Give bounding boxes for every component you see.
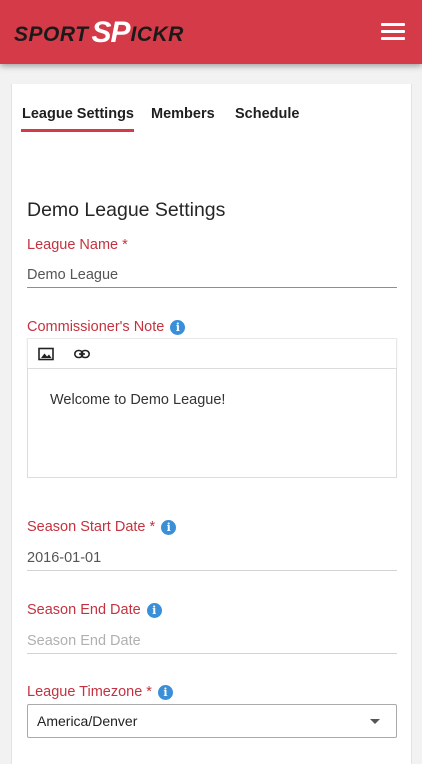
app-header: SPORT SP ICKR — [0, 0, 422, 64]
settings-card: League Settings Members Schedule Demo Le… — [11, 84, 412, 764]
menu-line — [381, 23, 405, 26]
timezone-selected-value: America/Denver — [37, 713, 138, 729]
league-name-label-text: League Name * — [27, 237, 128, 253]
season-start-label-text: Season Start Date * — [27, 519, 156, 535]
season-end-label: Season End Date i — [27, 602, 162, 618]
logo-part-sp: SP — [91, 16, 130, 49]
tab-schedule[interactable]: Schedule — [235, 106, 299, 122]
editor-toolbar — [27, 338, 397, 368]
league-name-label: League Name * — [27, 237, 128, 253]
league-name-input[interactable]: Demo League — [27, 262, 397, 288]
tab-members[interactable]: Members — [151, 106, 215, 122]
image-icon[interactable] — [38, 346, 54, 362]
sportspickr-logo[interactable]: SPORT SP ICKR — [14, 14, 184, 48]
chevron-down-icon — [370, 719, 380, 724]
timezone-select[interactable]: America/Denver — [27, 704, 397, 738]
active-tab-indicator — [21, 129, 134, 132]
season-start-label: Season Start Date * i — [27, 519, 177, 535]
menu-line — [381, 37, 405, 40]
info-icon[interactable]: i — [157, 684, 173, 700]
season-end-label-text: Season End Date — [27, 602, 141, 618]
season-end-input[interactable]: Season End Date — [27, 628, 397, 654]
page-title: Demo League Settings — [27, 199, 226, 221]
logo-part-ickr: ICKR — [130, 23, 184, 46]
commissioner-note-editor[interactable]: Welcome to Demo League! — [27, 368, 397, 478]
season-start-input[interactable]: 2016-01-01 — [27, 545, 397, 571]
league-timezone-label-text: League Timezone * — [27, 684, 152, 700]
menu-line — [381, 30, 405, 33]
hamburger-menu-icon[interactable] — [381, 21, 407, 41]
info-icon[interactable]: i — [170, 319, 186, 335]
tab-bar: League Settings Members Schedule — [12, 84, 411, 134]
info-icon[interactable]: i — [161, 519, 177, 535]
commissioner-note-label-text: Commissioner's Note — [27, 319, 165, 335]
league-timezone-label: League Timezone * i — [27, 684, 173, 700]
tab-league-settings[interactable]: League Settings — [22, 106, 134, 122]
logo-part-sport: SPORT — [14, 23, 89, 46]
commissioner-note-label: Commissioner's Note i — [27, 319, 186, 335]
commissioner-note-content: Welcome to Demo League! — [50, 392, 226, 408]
link-icon[interactable] — [74, 346, 90, 362]
info-icon[interactable]: i — [146, 602, 162, 618]
